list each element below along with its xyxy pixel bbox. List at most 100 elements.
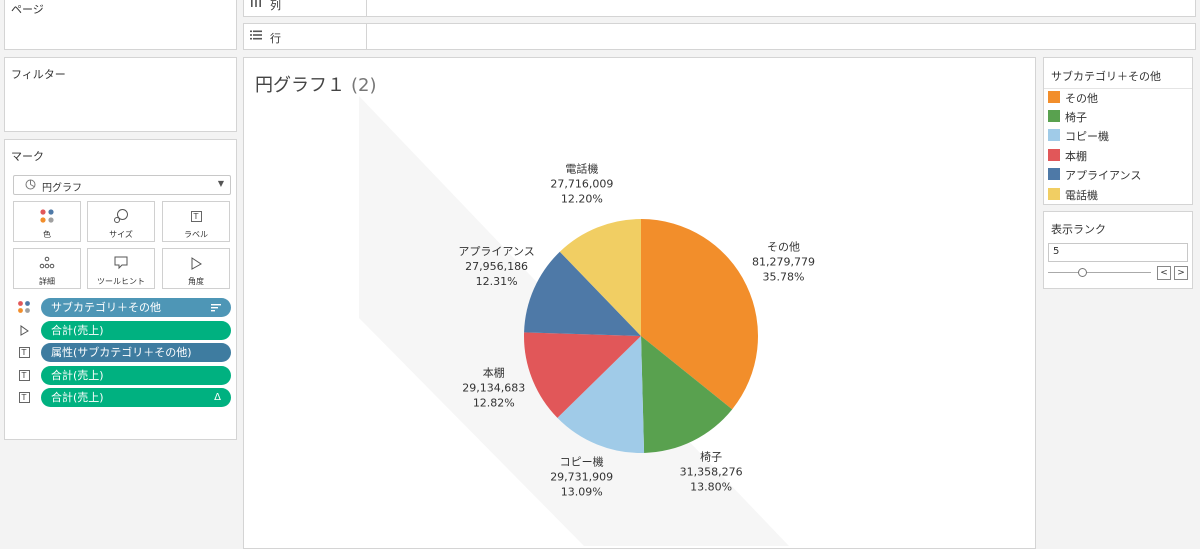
table-calc-delta-icon: Δ <box>214 392 221 403</box>
tooltip-icon <box>88 255 154 271</box>
slice-value-label: 27,716,009 <box>550 177 613 190</box>
pill-label: 属性(サブカテゴリ＋その他) <box>51 346 192 359</box>
pill-row-label-pct: T 合計(売上) Δ <box>17 388 231 407</box>
attr-subcategory-label-pill[interactable]: 属性(サブカテゴリ＋その他) <box>41 343 231 362</box>
angle-button-label: 角度 <box>188 277 204 286</box>
legend-swatch <box>1048 149 1060 161</box>
sort-icon <box>211 298 221 317</box>
label-button-label: ラベル <box>184 230 208 239</box>
rank-slider-track[interactable] <box>1048 272 1151 273</box>
tooltip-button-label: ツールヒント <box>97 277 145 286</box>
rank-next-button[interactable]: > <box>1174 266 1188 280</box>
pill-row-angle: 合計(売上) <box>17 321 231 340</box>
legend-swatch <box>1048 110 1060 122</box>
legend-divider <box>1044 88 1192 89</box>
slice-category-label: 本棚 <box>483 365 505 379</box>
legend-label: 椅子 <box>1065 111 1087 124</box>
mark-type-label: 円グラフ <box>42 183 82 194</box>
rank-parameter-card: 表示ランク 5 < > <box>1043 211 1193 289</box>
pill-label: 合計(売上) <box>51 391 104 404</box>
sum-sales-percent-pill[interactable]: 合計(売上) Δ <box>41 388 231 407</box>
pill-label: 合計(売上) <box>51 369 104 382</box>
slice-value-label: 81,279,779 <box>752 256 815 269</box>
slice-category-label: その他 <box>767 241 800 254</box>
columns-shelf[interactable]: 列 <box>243 0 1196 17</box>
marks-title: マーク <box>11 150 44 163</box>
filters-card[interactable]: フィルター <box>4 57 237 132</box>
slice-category-label: アプライアンス <box>458 245 534 258</box>
subcategory-color-pill[interactable]: サブカテゴリ＋その他 <box>41 298 231 317</box>
filters-title: フィルター <box>11 68 66 81</box>
sum-sales-label-pill[interactable]: 合計(売上) <box>41 366 231 385</box>
legend-label: コピー機 <box>1065 130 1109 143</box>
chevron-down-icon: ▼ <box>217 179 224 188</box>
rows-icon <box>250 30 262 43</box>
columns-icon <box>250 0 262 10</box>
angle-button[interactable]: 角度 <box>162 248 230 289</box>
shelf-divider <box>366 24 367 49</box>
legend-swatch <box>1048 129 1060 141</box>
legend-swatch <box>1048 168 1060 180</box>
label-button[interactable]: T ラベル <box>162 201 230 242</box>
rank-title: 表示ランク <box>1051 223 1106 236</box>
detail-button-label: 詳細 <box>39 277 55 286</box>
legend-swatch <box>1048 188 1060 200</box>
pill-label: 合計(売上) <box>51 324 104 337</box>
pie-mark-icon <box>25 179 37 191</box>
size-button-label: サイズ <box>109 230 133 239</box>
legend-label: アプライアンス <box>1065 169 1142 182</box>
slice-value-label: 29,134,683 <box>462 381 525 394</box>
legend-swatch <box>1048 91 1060 103</box>
pill-row-label-sum: T 合計(売上) <box>17 366 231 385</box>
size-icon <box>88 208 154 224</box>
detail-button[interactable]: 詳細 <box>13 248 81 289</box>
size-button[interactable]: サイズ <box>87 201 155 242</box>
pill-label: サブカテゴリ＋その他 <box>51 301 161 314</box>
slice-percent-label: 13.80% <box>690 481 732 494</box>
tooltip-button[interactable]: ツールヒント <box>87 248 155 289</box>
pages-title: ページ <box>11 3 44 16</box>
slice-value-label: 29,731,909 <box>550 470 613 483</box>
slice-value-label: 31,358,276 <box>680 466 743 479</box>
shelf-divider <box>366 0 367 16</box>
slice-category-label: 椅子 <box>700 450 722 464</box>
label-icon: T <box>163 208 229 224</box>
legend-label: 本棚 <box>1065 150 1087 163</box>
legend-label: 電話機 <box>1065 189 1098 202</box>
label-icon: T <box>17 368 31 382</box>
slice-value-label: 27,956,186 <box>465 260 528 273</box>
mark-type-dropdown[interactable]: 円グラフ ▼ <box>13 175 231 195</box>
slice-percent-label: 12.20% <box>561 192 603 205</box>
angle-icon <box>163 255 229 271</box>
rank-input[interactable]: 5 <box>1048 243 1188 262</box>
rows-shelf-label: 行 <box>270 32 281 45</box>
slice-category-label: コピー機 <box>560 454 604 468</box>
pages-card[interactable]: ページ <box>4 0 237 50</box>
rows-shelf[interactable]: 行 <box>243 23 1196 50</box>
slice-percent-label: 12.31% <box>476 275 518 288</box>
columns-shelf-label: 列 <box>270 0 281 12</box>
angle-icon <box>17 323 31 337</box>
color-icon <box>17 300 31 314</box>
label-icon: T <box>17 345 31 359</box>
label-icon: T <box>17 390 31 404</box>
slice-percent-label: 35.78% <box>763 271 805 284</box>
detail-icon <box>14 255 80 271</box>
slice-percent-label: 13.09% <box>561 485 603 498</box>
slice-percent-label: 12.82% <box>473 396 515 409</box>
color-icon <box>14 208 80 224</box>
rank-slider-thumb[interactable] <box>1078 268 1087 277</box>
viz-card[interactable]: 円グラフ１ (2) その他 81,279,779 35.78% 椅子 31,358,276… <box>243 57 1036 549</box>
legend-card: サブカテゴリ＋その他 その他 椅子 コピー機 本棚 アプライアンス 電話機 <box>1043 57 1193 205</box>
rank-prev-button[interactable]: < <box>1157 266 1171 280</box>
color-button[interactable]: 色 <box>13 201 81 242</box>
legend-label: その他 <box>1065 92 1098 105</box>
pie-chart[interactable]: その他 81,279,779 35.78% 椅子 31,358,276 13.80% コピー… <box>244 58 1037 546</box>
pill-row-color: サブカテゴリ＋その他 <box>17 298 231 317</box>
legend-title: サブカテゴリ＋その他 <box>1051 70 1161 83</box>
marks-card: マーク 円グラフ ▼ 色 サイズ T ラベル 詳細 ツールヒント 角度 サブカテ… <box>4 139 237 440</box>
pill-row-label-attr: T 属性(サブカテゴリ＋その他) <box>17 343 231 362</box>
slice-category-label: 電話機 <box>565 161 598 175</box>
color-button-label: 色 <box>43 230 51 239</box>
sum-sales-angle-pill[interactable]: 合計(売上) <box>41 321 231 340</box>
